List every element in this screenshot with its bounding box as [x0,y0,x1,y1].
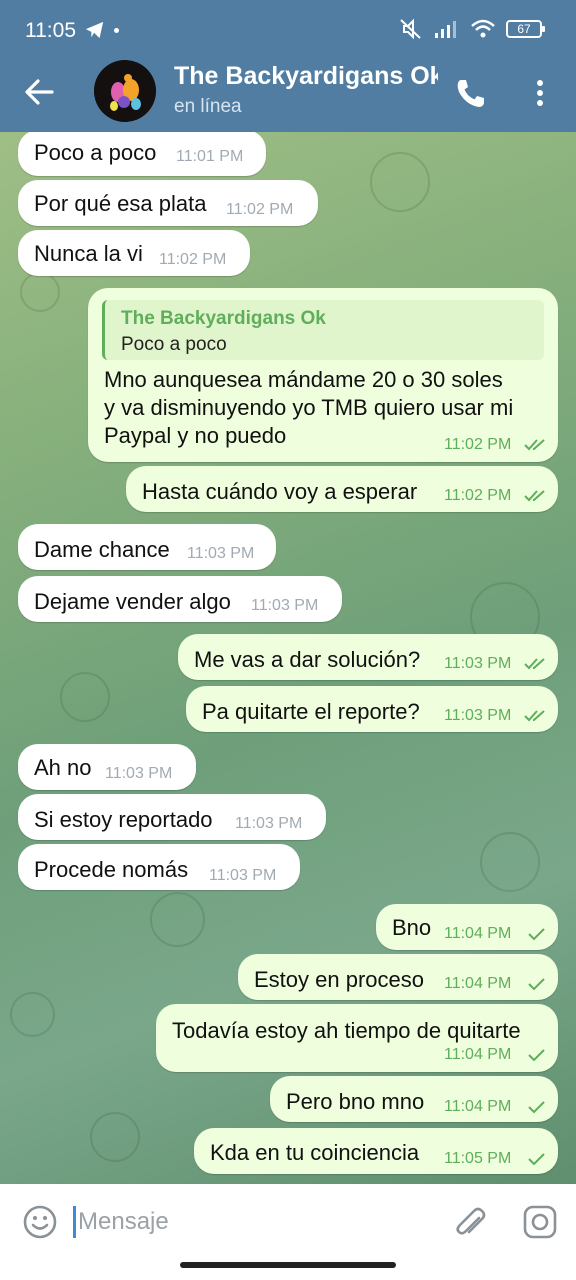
message-text: Dame chance [34,537,170,562]
wallpaper-doodle [370,152,430,212]
chat-header: 11:05 67 The Backyardigans Ok en línea [0,0,576,132]
check-icon [528,1153,545,1166]
message-text: Hasta cuándo voy a esperar [142,479,418,504]
message-text: Bno [392,915,432,940]
status-icons: 67 [398,18,545,40]
message-outgoing[interactable]: Me vas a dar solución? 11:03 PM [178,634,558,680]
message-text: Pa quitarte el reporte? [202,699,420,724]
more-vertical-icon[interactable] [528,78,552,108]
message-line: Mno aunquesea mándame 20 o 30 soles [104,367,503,392]
message-text: Estoy en proceso [254,967,424,992]
status-bar: 11:05 67 [0,0,576,60]
message-time: 11:03 PM [235,815,303,832]
chat-title[interactable]: The Backyardigans Ok [174,62,438,91]
message-time: 11:02 PM [444,436,512,453]
message-time: 11:04 PM [444,925,512,942]
message-text: Poco a poco [34,140,157,165]
message-time: 11:03 PM [444,655,512,672]
message-outgoing-reply[interactable]: The Backyardigans Ok Poco a poco Mno aun… [88,288,558,462]
message-text: Procede nomás [34,857,189,882]
telegram-icon [85,21,104,39]
wifi-icon [471,19,495,38]
message-outgoing[interactable]: Hasta cuándo voy a esperar 11:02 PM [126,466,558,512]
battery-icon: 67 [506,20,545,38]
message-time: 11:04 PM [444,1098,512,1115]
message-text: Si estoy reportado [34,807,213,832]
message-incoming[interactable]: Dame chance 11:03 PM [18,524,276,570]
camera-icon[interactable] [522,1204,558,1240]
message-text: Ah no [34,755,92,780]
wallpaper-doodle [90,1112,140,1162]
message-outgoing[interactable]: Todavía estoy ah tiempo de quitarte 11:0… [156,1004,558,1072]
message-time: 11:03 PM [105,765,173,782]
emoji-icon[interactable] [22,1204,58,1240]
check-icon [528,978,545,991]
message-time: 11:01 PM [176,148,244,165]
reply-sender: The Backyardigans Ok [121,308,326,329]
message-outgoing[interactable]: Bno 11:04 PM [376,904,558,950]
message-line: y va disminuyendo yo TMB quiero usar mi [104,395,514,420]
message-time: 11:03 PM [187,545,255,562]
wallpaper-doodle [150,892,205,947]
message-text: Kda en tu coinciencia [210,1140,420,1165]
status-time: 11:05 [25,19,76,42]
navigation-handle[interactable] [180,1262,396,1268]
message-outgoing[interactable]: Pero bno mno 11:04 PM [270,1076,558,1122]
wallpaper-doodle [480,832,540,892]
avatar-image [94,60,156,122]
message-incoming[interactable]: Si estoy reportado 11:03 PM [18,794,326,840]
message-incoming[interactable]: Por qué esa plata 11:02 PM [18,180,318,226]
message-time: 11:03 PM [444,707,512,724]
double-check-icon [524,658,545,670]
message-text: Todavía estoy ah tiempo de quitarte [172,1018,521,1043]
text-caret [73,1206,76,1238]
wallpaper-doodle [10,992,55,1037]
check-icon [528,1049,545,1062]
avatar[interactable] [94,60,156,122]
message-text: Por qué esa plata [34,191,207,216]
wallpaper-doodle [60,672,110,722]
double-check-icon [524,710,545,722]
message-incoming[interactable]: Nunca la vi 11:02 PM [18,230,250,276]
message-incoming[interactable]: Procede nomás 11:03 PM [18,844,300,890]
signal-icon [435,21,456,38]
message-incoming[interactable]: Dejame vender algo 11:03 PM [18,576,342,622]
reply-quote[interactable]: The Backyardigans Ok Poco a poco [102,300,544,360]
double-check-icon [524,490,545,502]
phone-icon[interactable] [454,76,488,110]
message-time: 11:03 PM [209,867,277,884]
wallpaper-doodle [20,272,60,312]
check-icon [528,928,545,941]
message-text: Pero bno mno [286,1089,425,1114]
message-incoming[interactable]: Ah no 11:03 PM [18,744,196,790]
message-time: 11:04 PM [444,975,512,992]
message-text: Dejame vender algo [34,589,231,614]
chat-status: en línea [174,96,242,117]
message-time: 11:02 PM [159,251,227,268]
back-arrow-icon[interactable] [22,76,58,108]
double-check-icon [524,439,545,451]
message-text: Me vas a dar solución? [194,647,421,672]
reply-text: Poco a poco [121,334,227,355]
mute-icon [400,18,421,40]
check-icon [528,1101,545,1114]
message-outgoing[interactable]: Kda en tu coinciencia 11:05 PM [194,1128,558,1174]
chat-area[interactable]: Poco a poco 11:01 PM Por qué esa plata 1… [0,132,576,1184]
message-time: 11:02 PM [226,201,294,218]
message-time: 11:04 PM [444,1046,512,1063]
message-input[interactable] [78,1204,438,1240]
message-time: 11:02 PM [444,487,512,504]
message-text: Nunca la vi [34,241,143,266]
message-time: 11:05 PM [444,1150,512,1167]
message-incoming[interactable]: Poco a poco 11:01 PM [18,132,266,176]
paperclip-icon[interactable] [452,1202,488,1242]
message-time: 11:03 PM [251,597,319,614]
message-outgoing[interactable]: Estoy en proceso 11:04 PM [238,954,558,1000]
dot-icon [114,28,119,33]
message-outgoing[interactable]: Pa quitarte el reporte? 11:03 PM [186,686,558,732]
